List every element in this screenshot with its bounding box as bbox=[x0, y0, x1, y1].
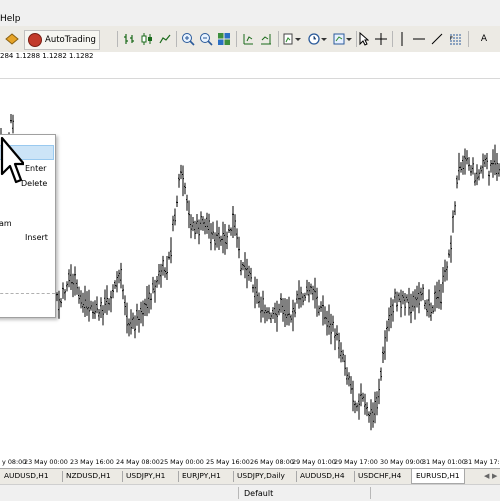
status-bar: Default bbox=[0, 484, 500, 501]
context-menu-item-insert[interactable]: Insert bbox=[25, 233, 48, 242]
indicators-icon[interactable] bbox=[283, 31, 303, 47]
chart-shift-icon[interactable] bbox=[241, 31, 255, 47]
menu-help[interactable]: Help bbox=[0, 14, 21, 24]
time-tick: 25 May 16:00 bbox=[206, 458, 250, 466]
time-tick: 25 May 00:00 bbox=[160, 458, 204, 466]
tab-scroll-left-icon[interactable]: ◀ bbox=[484, 472, 489, 480]
tab-audusd-h1[interactable]: AUDUSD,H1 bbox=[4, 471, 49, 480]
autotrading-icon bbox=[28, 33, 42, 47]
tab-nzdusd-h1[interactable]: NZDUSD,H1 bbox=[66, 471, 111, 480]
tab-audusd-h4[interactable]: AUDUSD,H4 bbox=[300, 471, 345, 480]
text-tool-label: A bbox=[480, 34, 488, 44]
tile-windows-icon[interactable] bbox=[217, 31, 231, 47]
autotrading-label: AutoTrading bbox=[45, 35, 96, 45]
time-tick: 26 May 08:00 bbox=[250, 458, 294, 466]
time-tick: 31 May 17:00 bbox=[464, 458, 500, 466]
svg-text:F: F bbox=[450, 36, 453, 42]
fibonacci-icon[interactable]: F bbox=[448, 31, 464, 47]
line-chart-icon[interactable] bbox=[158, 31, 172, 47]
autotrading-button[interactable]: AutoTrading bbox=[24, 30, 100, 50]
crosshair-icon[interactable] bbox=[374, 31, 388, 47]
time-tick: 29 May 17:00 bbox=[334, 458, 378, 466]
tab-usdchf-h4[interactable]: USDCHF,H4 bbox=[358, 471, 401, 480]
chart-tabs: AUDUSD,H1 NZDUSD,H1 USDJPY,H1 EURJPY,H1 … bbox=[0, 468, 500, 485]
periods-icon[interactable] bbox=[308, 31, 328, 47]
menu-bar: Help bbox=[0, 0, 500, 26]
candlestick-icon[interactable] bbox=[140, 31, 154, 47]
tab-eurjpy-h1[interactable]: EURJPY,H1 bbox=[182, 471, 221, 480]
price-chart[interactable] bbox=[0, 78, 500, 457]
tab-usdjpy-daily[interactable]: USDJPY,Daily bbox=[237, 471, 285, 480]
templates-icon[interactable] bbox=[333, 31, 353, 47]
zoom-in-icon[interactable] bbox=[181, 31, 195, 47]
time-tick: 31 May 01:00 bbox=[422, 458, 466, 466]
chart-canvas[interactable] bbox=[0, 79, 500, 457]
text-tool-icon[interactable]: A bbox=[478, 31, 490, 47]
mouse-pointer-icon bbox=[0, 136, 24, 184]
quote-line: 284 1.1288 1.1282 1.1282 bbox=[0, 52, 500, 64]
profile-name: Default bbox=[244, 489, 274, 498]
cursor-icon[interactable] bbox=[358, 31, 370, 47]
tab-eurusd-h1[interactable]: EURUSD,H1 bbox=[411, 469, 465, 484]
context-menu-item-delete[interactable]: Delete bbox=[21, 179, 47, 188]
time-axis: y 08:00 23 May 00:00 23 May 16:00 24 May… bbox=[0, 456, 500, 468]
time-tick: 29 May 01:00 bbox=[292, 458, 336, 466]
time-tick: 30 May 09:00 bbox=[380, 458, 424, 466]
bar-chart-icon[interactable] bbox=[122, 31, 136, 47]
zoom-out-icon[interactable] bbox=[199, 31, 213, 47]
context-menu-separator bbox=[0, 293, 55, 294]
tab-usdjpy-h1[interactable]: USDJPY,H1 bbox=[126, 471, 165, 480]
autoscroll-icon[interactable] bbox=[259, 31, 273, 47]
ohlc-readout: 284 1.1288 1.1282 1.1282 bbox=[0, 52, 94, 60]
horizontal-line-icon[interactable] bbox=[412, 31, 426, 47]
time-tick: 24 May 08:00 bbox=[116, 458, 160, 466]
context-menu-item-am[interactable]: am bbox=[0, 219, 12, 228]
time-tick: y 08:00 bbox=[2, 458, 27, 466]
time-tick: 23 May 00:00 bbox=[24, 458, 68, 466]
vertical-line-icon[interactable] bbox=[396, 31, 408, 47]
time-tick: 23 May 16:00 bbox=[70, 458, 114, 466]
toolbar: AutoTrading F A bbox=[0, 26, 500, 53]
context-menu-item-enter[interactable]: Enter bbox=[25, 164, 46, 173]
new-order-icon[interactable] bbox=[3, 31, 21, 47]
tab-scroll-right-icon[interactable]: ▶ bbox=[492, 472, 497, 480]
trendline-icon[interactable] bbox=[430, 31, 444, 47]
